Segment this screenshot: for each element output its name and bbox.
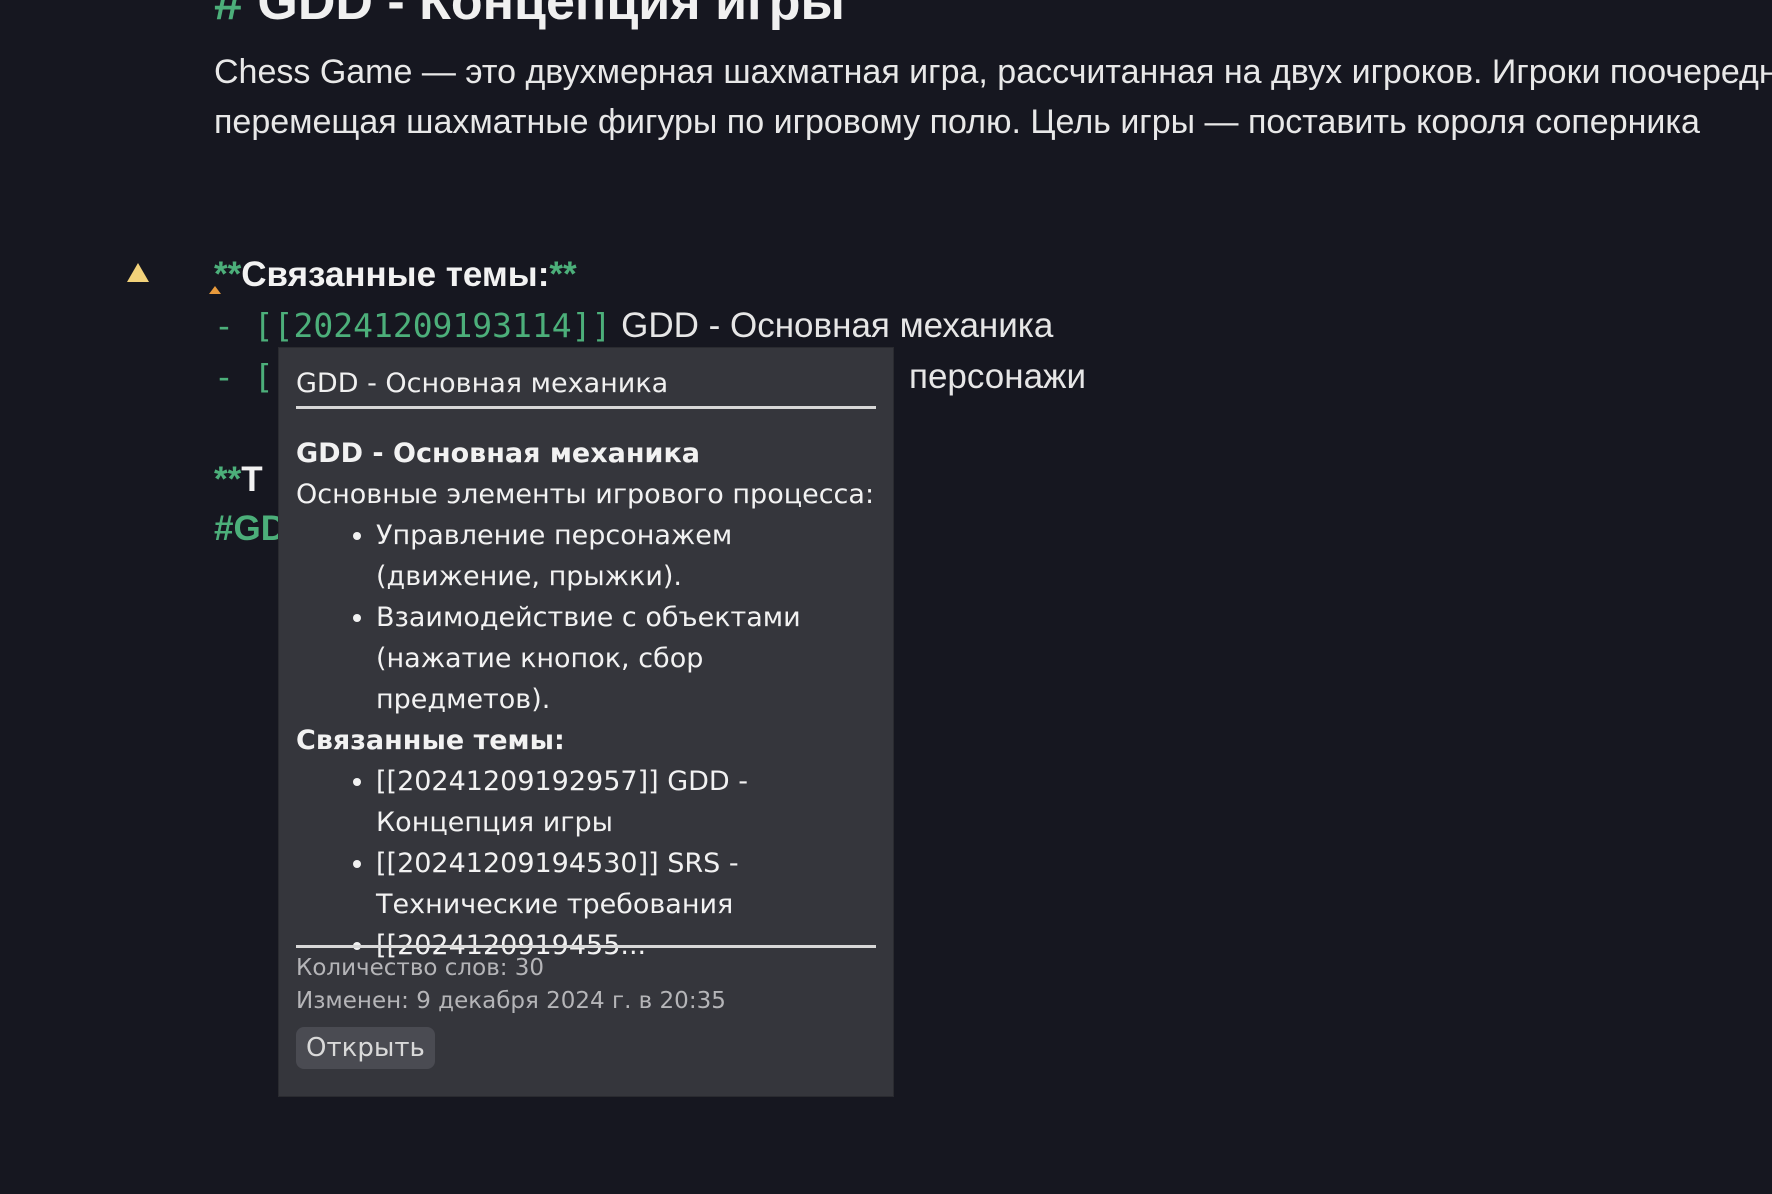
related-link-row: - [[20241209193114]] GDD - Основная меха… (214, 306, 1053, 346)
related-topics-heading: **Связанные темы:** (214, 255, 577, 295)
warning-icon[interactable] (127, 263, 149, 282)
link-preview-popover: GDD - Основная механика GDD - Основная м… (278, 347, 894, 1097)
tag-link[interactable]: #GD (214, 509, 286, 549)
link-suffix: ]] (571, 306, 612, 345)
preview-bullet-list: Управление персонажем (движение, прыжки)… (296, 515, 881, 720)
heading-hash-marker: # (214, 0, 243, 31)
note-heading: # GDD - Концепция игры (214, 0, 845, 32)
link-prefix: - [[ (214, 306, 294, 345)
divider (296, 406, 876, 409)
preview-intro: Основные элементы игрового процесса: (296, 479, 875, 510)
bold-open-marker: ** (214, 460, 242, 499)
wiki-link-title[interactable]: GDD - Основная механика (621, 306, 1053, 345)
list-item: Управление персонажем (движение, прыжки)… (376, 515, 881, 597)
description-line-1: Chess Game — это двухмерная шахматная иг… (214, 53, 1772, 91)
divider (296, 945, 876, 948)
related-topics-label: Связанные темы: (241, 255, 550, 294)
list-item: [[20241209194530]] SRS - Технические тре… (376, 843, 881, 925)
preview-related-heading: Связанные темы: (296, 725, 565, 756)
bold-open-marker: ** (214, 255, 242, 294)
list-item: Взаимодействие с объектами (нажатие кноп… (376, 597, 881, 720)
preview-content: GDD - Основная механика Основные элемент… (296, 433, 881, 966)
tags-heading: **Т (214, 460, 263, 500)
preview-related-list: [[20241209192957]] GDD - Концепция игры … (296, 761, 881, 966)
preview-heading: GDD - Основная механика (296, 438, 700, 469)
bold-close-marker: ** (549, 255, 577, 294)
heading-text: GDD - Концепция игры (257, 0, 845, 31)
word-count: Количество слов: 30 (296, 955, 545, 981)
preview-title: GDD - Основная механика (296, 368, 669, 399)
wiki-link-title[interactable]: персонажи (909, 357, 1086, 397)
modified-date: Изменен: 9 декабря 2024 г. в 20:35 (296, 988, 726, 1014)
wiki-link-id[interactable]: 20241209193114 (293, 306, 571, 345)
description-line-2: перемещая шахматные фигуры по игровому п… (214, 103, 1700, 141)
open-button[interactable]: Открыть (296, 1027, 435, 1069)
tags-label: Т (241, 460, 263, 499)
list-item: [[20241209192957]] GDD - Концепция игры (376, 761, 881, 843)
